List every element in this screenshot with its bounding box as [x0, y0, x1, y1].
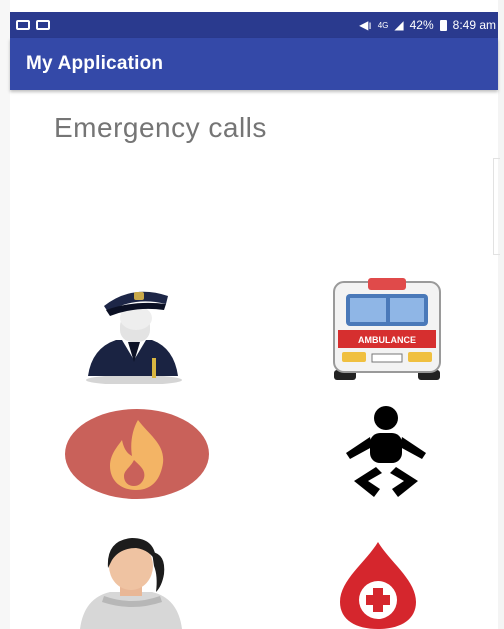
message-notification-icon — [36, 20, 50, 30]
app-title: My Application — [26, 53, 164, 74]
network-label: 4G — [377, 20, 389, 30]
screen-frame-right — [498, 0, 504, 629]
blood-drop-icon — [340, 542, 416, 629]
blood-bank-button[interactable] — [338, 540, 418, 629]
ambulance-text: AMBULANCE — [358, 335, 416, 345]
ambulance-icon: AMBULANCE — [333, 278, 441, 380]
status-indicators: ◀ı 4G ◢ 42% 8:49 am — [359, 18, 496, 32]
fire-icon — [65, 409, 209, 499]
women-helpline-button[interactable] — [76, 532, 186, 629]
volume-icon: ◀ı — [359, 18, 372, 32]
battery-icon — [439, 19, 447, 31]
police-officer-icon — [86, 291, 182, 384]
ambulance-call-button[interactable]: AMBULANCE — [328, 276, 446, 380]
woman-icon — [80, 538, 182, 629]
baby-icon — [346, 406, 426, 497]
police-call-button[interactable] — [82, 280, 182, 384]
app-bar: My Application — [10, 38, 498, 90]
page-heading: Emergency calls — [54, 112, 267, 143]
fire-call-button[interactable] — [64, 408, 210, 500]
signal-icon: ◢ — [394, 18, 404, 32]
screen-notification-icon — [16, 20, 30, 30]
notification-icons — [16, 20, 50, 30]
status-bar: ◀ı 4G ◢ 42% 8:49 am — [10, 12, 498, 38]
status-time: 8:49 am — [452, 18, 496, 32]
partial-panel-edge — [493, 158, 500, 255]
child-call-button[interactable] — [340, 405, 432, 500]
battery-percent: 42% — [409, 18, 434, 32]
screen-frame-left — [0, 0, 10, 629]
